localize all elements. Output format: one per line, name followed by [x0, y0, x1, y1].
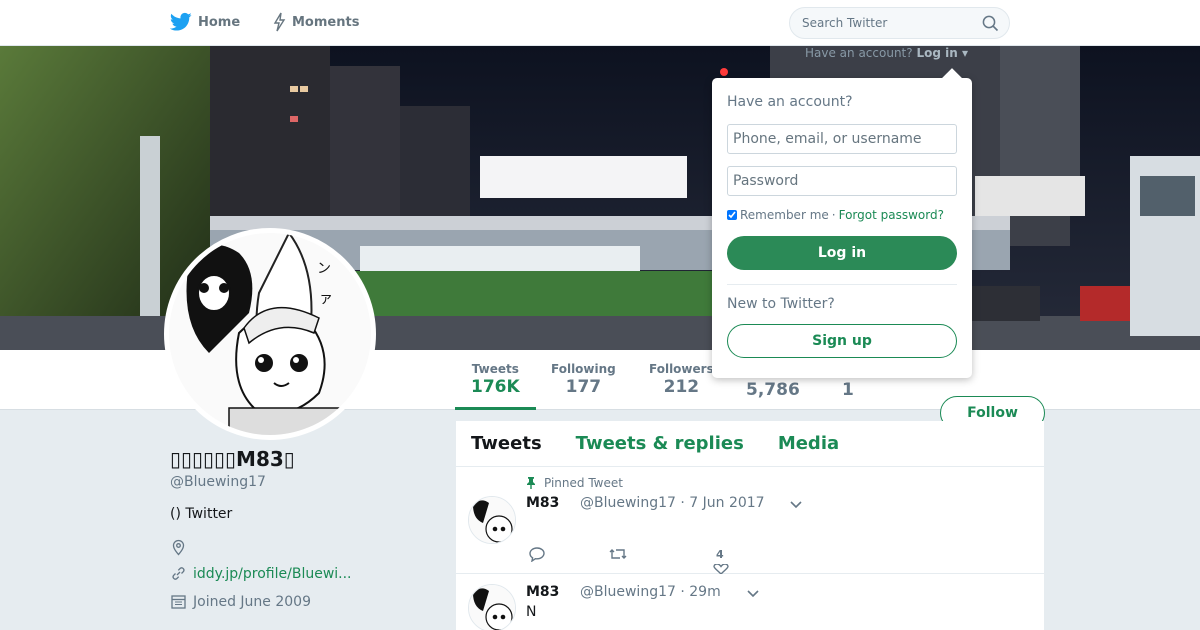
nav-home-label: Home [198, 14, 241, 30]
calendar-icon [171, 595, 186, 609]
remember-row: Remember me · Forgot password? [727, 208, 944, 222]
profile-url-link[interactable]: iddy.jp/profile/Bluewi... [193, 566, 352, 582]
login-dropdown-title: Have an account? [727, 94, 853, 110]
tweet-handle[interactable]: @Bluewing17 [580, 584, 676, 600]
like-count: 4 [716, 548, 724, 561]
stat-followers[interactable]: Followers 212 [649, 362, 714, 397]
tweet-author-name[interactable]: M83 [526, 584, 559, 600]
stat-value: 176K [471, 377, 520, 397]
divider [727, 284, 957, 285]
nav-home[interactable]: Home [170, 12, 240, 32]
nav-moments-label: Moments [292, 14, 360, 30]
reply-icon[interactable] [528, 546, 546, 562]
tweet-author-name[interactable]: M83 [526, 495, 559, 511]
tab-media[interactable]: Media [778, 433, 839, 454]
timeline-tabs: Tweets Tweets & replies Media [456, 421, 1044, 467]
tweet-item[interactable]: Pinned Tweet M83 @Bluewing17 · 7 Jun 201… [456, 467, 1044, 574]
tweet-item[interactable]: M83 @Bluewing17 · 29m N [456, 574, 1044, 630]
separator-dot: · [831, 208, 836, 222]
remember-me-label[interactable]: Remember me [740, 208, 829, 222]
signup-button[interactable]: Sign up [727, 324, 957, 358]
tweet-time[interactable]: · 7 Jun 2017 [680, 495, 764, 511]
tweet-time[interactable]: · 29m [680, 584, 720, 600]
top-navigation: Home Moments [0, 0, 1200, 46]
stat-label: Followers [649, 362, 714, 376]
profile-url: iddy.jp/profile/Bluewi... [170, 565, 352, 582]
search-icon[interactable] [982, 15, 999, 32]
stat-value: 5,786 [746, 380, 800, 400]
pinned-text: Pinned Tweet [544, 476, 623, 490]
account-hint: Have an account? Log in ▾ [805, 46, 968, 60]
remember-me-checkbox[interactable] [727, 210, 737, 220]
profile-handle[interactable]: @Bluewing17 [170, 474, 266, 490]
account-hint-text: Have an account? [805, 46, 913, 60]
new-to-twitter-label: New to Twitter? [727, 296, 835, 312]
login-dropdown-toggle[interactable]: Log in ▾ [916, 46, 968, 60]
lightning-icon [273, 12, 286, 32]
chevron-down-icon[interactable] [790, 501, 802, 509]
joined-text: Joined June 2009 [193, 593, 311, 610]
forgot-password-link[interactable]: Forgot password? [839, 208, 944, 222]
nav-moments[interactable]: Moments [272, 12, 359, 32]
stat-lists[interactable]: 1 [842, 379, 854, 400]
retweet-icon[interactable] [608, 546, 628, 562]
profile-location [170, 539, 193, 556]
login-button[interactable]: Log in [727, 236, 957, 270]
stat-value: 212 [663, 377, 700, 397]
pin-icon [527, 477, 535, 489]
username-field[interactable] [727, 124, 957, 154]
login-toggle-label: Log in [916, 46, 958, 60]
avatar[interactable]: ン ァ [164, 228, 376, 440]
tweet-avatar[interactable] [468, 584, 516, 630]
caret-down-icon: ▾ [961, 46, 968, 60]
login-dropdown: Have an account? Remember me · Forgot pa… [712, 78, 972, 378]
svg-text:ン: ン [317, 261, 331, 277]
profile-name: ▯▯▯▯▯▯M83▯ [170, 447, 295, 471]
location-pin-icon [172, 539, 185, 556]
profile-bio: () Twitter [170, 506, 233, 522]
pinned-label: Pinned Tweet [526, 476, 623, 490]
tab-tweets[interactable]: Tweets [471, 433, 542, 454]
link-icon [172, 567, 185, 580]
profile-joined: Joined June 2009 [170, 593, 311, 610]
tweet-avatar[interactable] [468, 496, 516, 544]
stat-label: Tweets [471, 362, 519, 376]
tab-tweets-replies[interactable]: Tweets & replies [576, 433, 744, 454]
tweet-meta: @Bluewing17 · 29m [580, 584, 721, 600]
search-box [789, 7, 1010, 39]
stat-value: 177 [565, 377, 602, 397]
twitter-bird-icon [170, 12, 192, 31]
stat-likes[interactable]: 5,786 [746, 379, 800, 400]
stat-value: 1 [842, 380, 854, 400]
heart-icon[interactable] [713, 564, 729, 574]
timeline: Tweets Tweets & replies Media Pinned Twe… [456, 421, 1044, 630]
stat-tweets[interactable]: Tweets 176K [455, 362, 536, 410]
chevron-down-icon[interactable] [747, 590, 759, 598]
tweet-meta: @Bluewing17 · 7 Jun 2017 [580, 495, 765, 511]
stat-following[interactable]: Following 177 [551, 362, 616, 397]
search-input[interactable] [790, 8, 965, 38]
password-field[interactable] [727, 166, 957, 196]
stat-label: Following [551, 362, 616, 376]
tweet-handle[interactable]: @Bluewing17 [580, 495, 676, 511]
svg-text:ァ: ァ [319, 291, 333, 307]
tweet-text: N [526, 604, 537, 620]
